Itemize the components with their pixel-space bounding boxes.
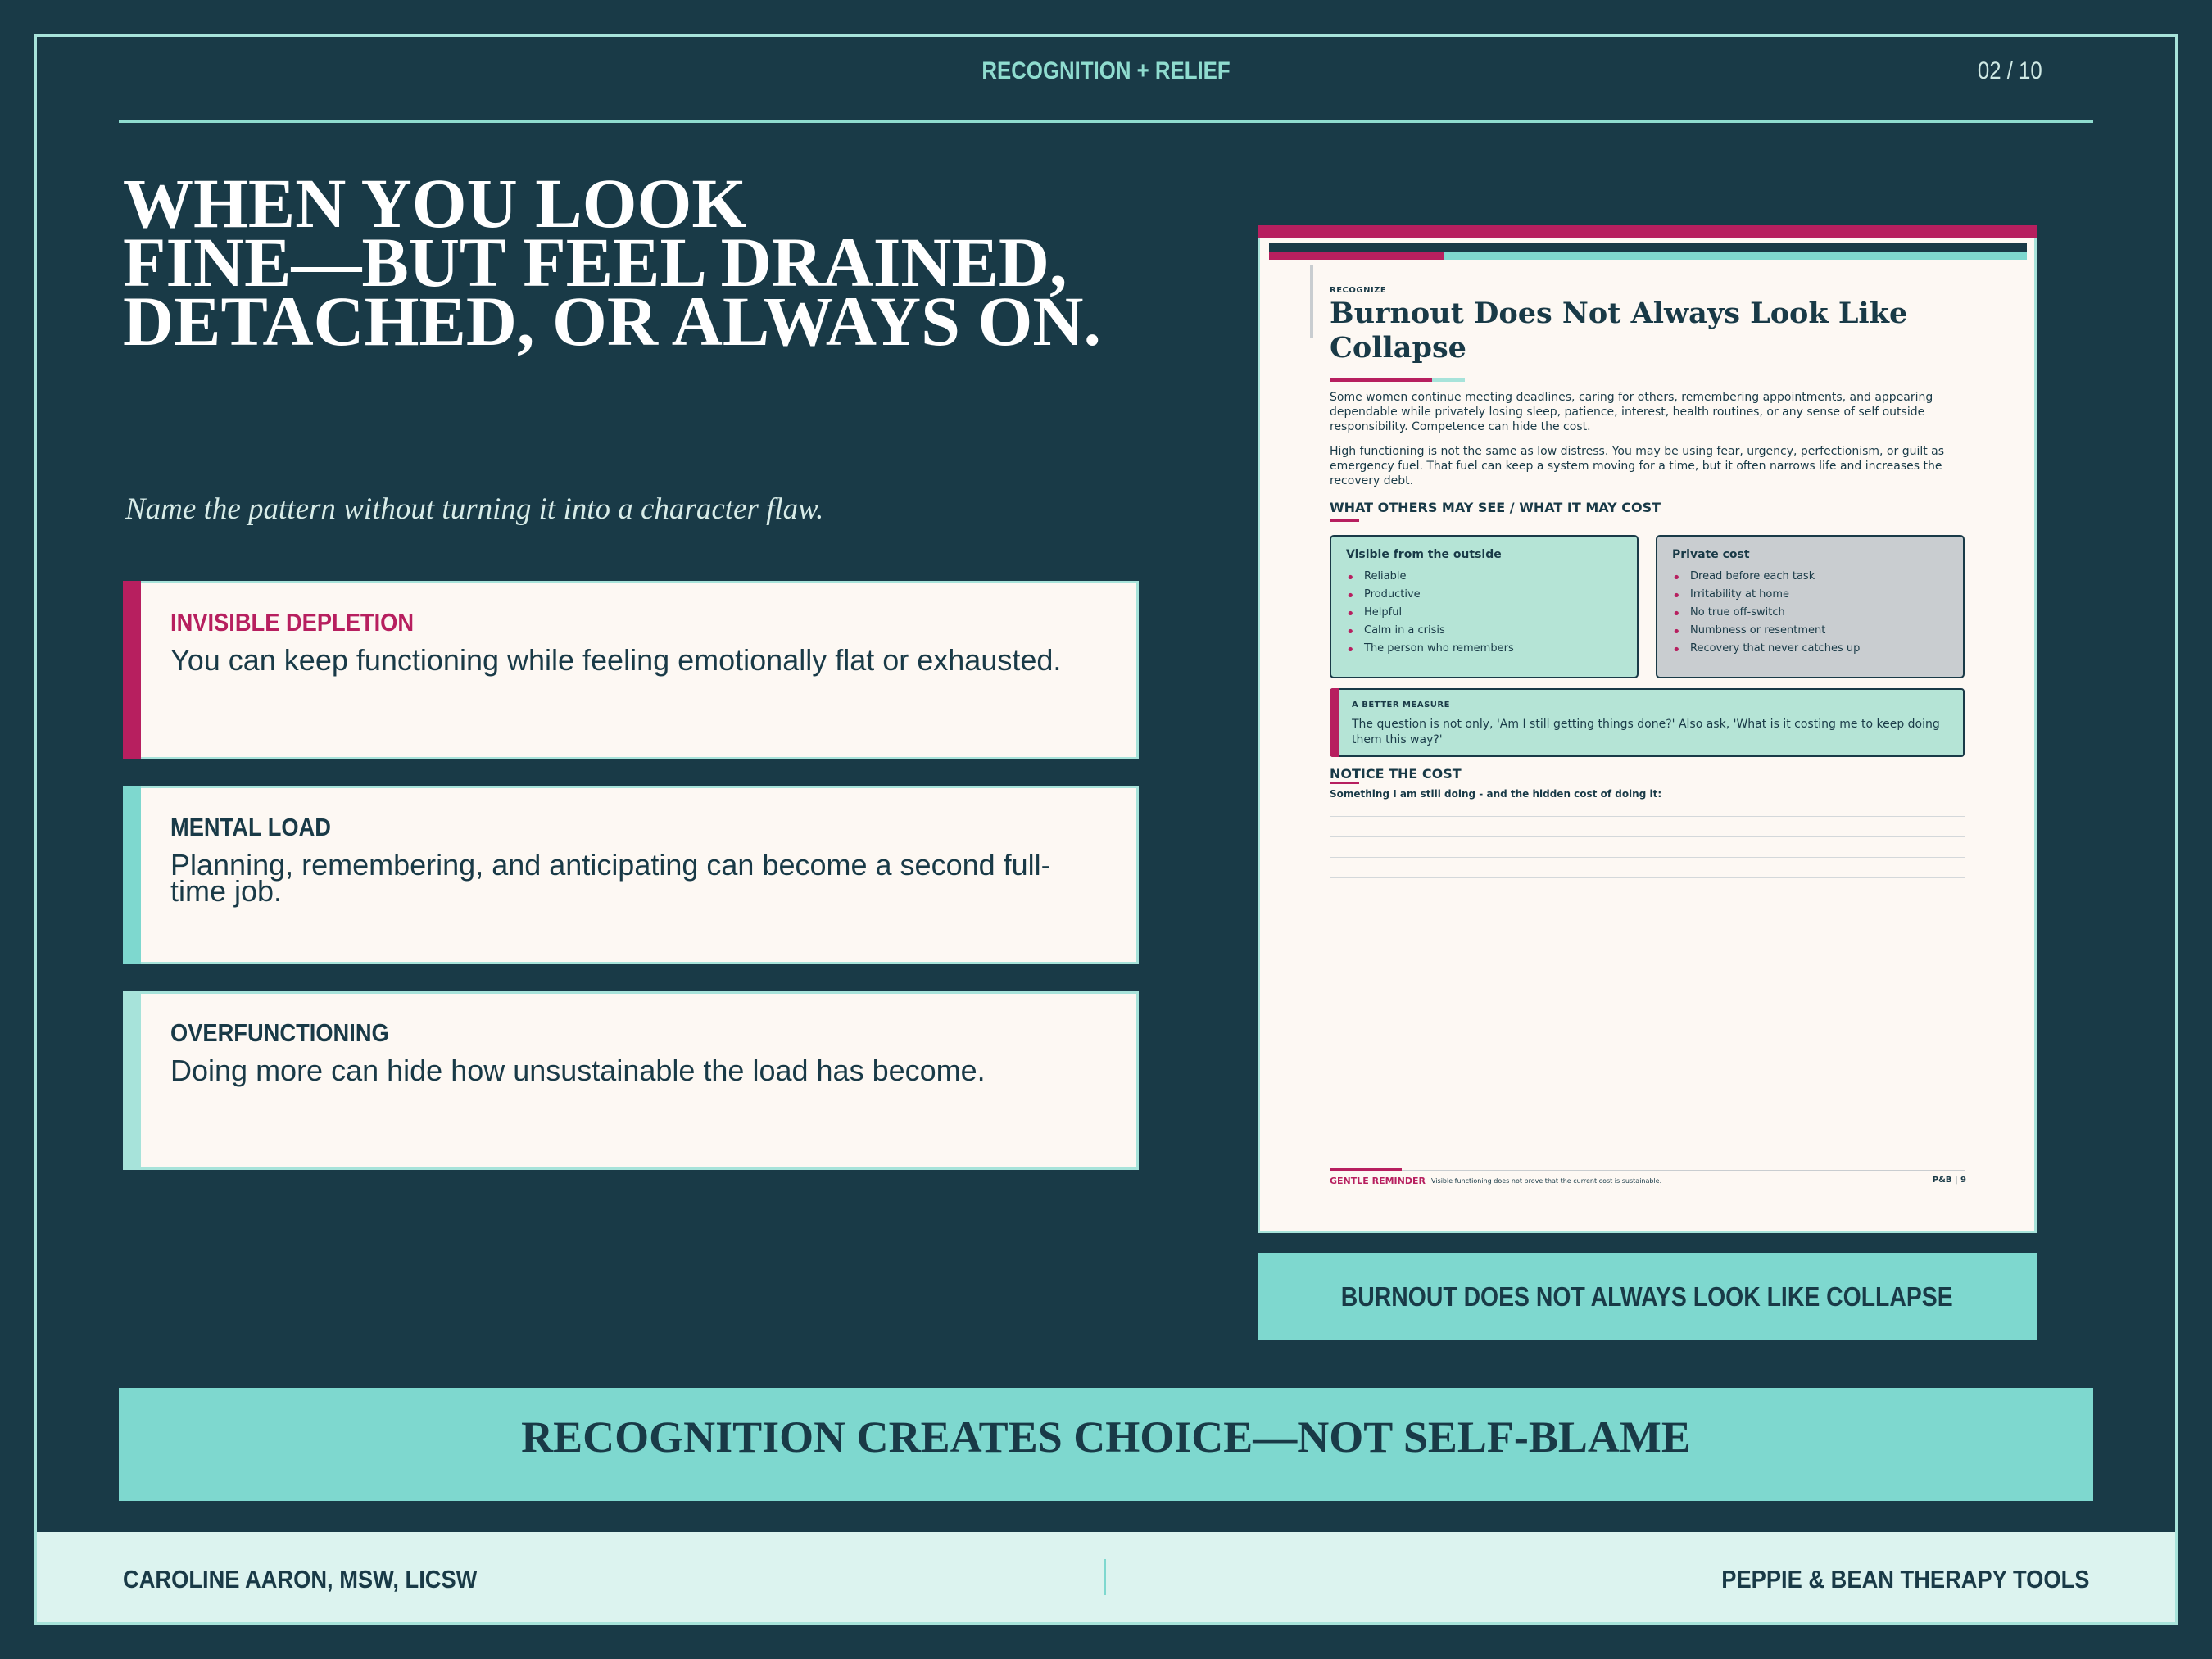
list-item: Dread before each task bbox=[1672, 568, 1948, 587]
card-accent-bar bbox=[123, 581, 141, 759]
doc-top-bar bbox=[1258, 225, 2037, 238]
section-title: RECOGNITION + RELIEF bbox=[981, 57, 1231, 84]
list-item: Irritability at home bbox=[1672, 586, 1948, 605]
card-body: You can keep functioning while feeling e… bbox=[170, 643, 1062, 677]
list-item: The person who remembers bbox=[1346, 640, 1622, 660]
doc-paragraph-1: Some women continue meeting deadlines, c… bbox=[1330, 391, 1933, 433]
writing-line bbox=[1330, 816, 1965, 817]
doc-heading-underline bbox=[1330, 519, 1359, 522]
list-item: Helpful bbox=[1346, 604, 1622, 623]
notice-prompt: Something I am still doing - and the hid… bbox=[1330, 788, 1662, 800]
brand-credit: PEPPIE & BEAN THERAPY TOOLS bbox=[1720, 1565, 2089, 1593]
doc-section-heading: WHAT OTHERS MAY SEE / WHAT IT MAY COST bbox=[1330, 500, 1661, 515]
writing-line bbox=[1330, 877, 1965, 878]
preview-caption: BURNOUT DOES NOT ALWAYS LOOK LIKE COLLAP… bbox=[1258, 1253, 2037, 1340]
list-item: Reliable bbox=[1346, 568, 1622, 587]
callout-accent-bar bbox=[1330, 688, 1339, 757]
doc-side-rule bbox=[1310, 265, 1313, 338]
notice-underline bbox=[1330, 782, 1359, 784]
list-item: Calm in a crisis bbox=[1346, 622, 1622, 641]
private-cost-box: Private cost Dread before each task Irri… bbox=[1656, 535, 1965, 678]
card-title: INVISIBLE DEPLETION bbox=[170, 608, 415, 637]
slide-subtitle: Name the pattern without turning it into… bbox=[125, 492, 824, 526]
list-item: No true off-switch bbox=[1672, 604, 1948, 623]
doc-footer-rule bbox=[1330, 1170, 1965, 1171]
card-mental-load: MENTAL LOAD Planning, remembering, and a… bbox=[123, 786, 1139, 964]
writing-line bbox=[1330, 857, 1965, 858]
notice-heading: NOTICE THE COST bbox=[1330, 766, 1462, 782]
takeaway-banner: RECOGNITION CREATES CHOICE—NOT SELF-BLAM… bbox=[119, 1388, 2093, 1501]
footer-divider bbox=[1104, 1559, 1106, 1595]
card-body: Planning, remembering, and anticipating … bbox=[170, 848, 1051, 908]
header-divider bbox=[119, 120, 2093, 123]
box-title: Visible from the outside bbox=[1346, 548, 1502, 561]
headline-line-3: DETACHED, OR ALWAYS ON. bbox=[123, 282, 1101, 360]
page-number: 02 / 10 bbox=[1978, 57, 2042, 84]
doc-header-bar bbox=[1269, 243, 2027, 260]
card-overfunctioning: OVERFUNCTIONING Doing more can hide how … bbox=[123, 991, 1139, 1170]
card-title: MENTAL LOAD bbox=[170, 813, 332, 841]
list-item: Productive bbox=[1346, 586, 1622, 605]
list-item: Numbness or resentment bbox=[1672, 622, 1948, 641]
doc-footer-mark bbox=[1330, 1168, 1402, 1171]
doc-title-rule bbox=[1330, 378, 1465, 382]
box-title: Private cost bbox=[1672, 548, 1750, 561]
visible-outside-box: Visible from the outside Reliable Produc… bbox=[1330, 535, 1639, 678]
card-title: OVERFUNCTIONING bbox=[170, 1018, 389, 1047]
writing-line bbox=[1330, 836, 1965, 837]
list-item: Recovery that never catches up bbox=[1672, 640, 1948, 660]
card-invisible-depletion: INVISIBLE DEPLETION You can keep functio… bbox=[123, 581, 1139, 759]
doc-paragraph-2: High functioning is not the same as low … bbox=[1330, 445, 1945, 487]
doc-footer-page: P&B | 9 bbox=[1932, 1176, 1966, 1185]
callout-body: The question is not only, 'Am I still ge… bbox=[1352, 718, 1940, 746]
doc-footer-note: Visible functioning does not prove that … bbox=[1431, 1177, 1662, 1185]
doc-title: Burnout Does Not Always Look Like Collap… bbox=[1330, 297, 1908, 365]
card-accent-bar bbox=[123, 786, 141, 964]
caption-text: BURNOUT DOES NOT ALWAYS LOOK LIKE COLLAP… bbox=[1341, 1281, 1953, 1312]
slide-headline: WHEN YOU LOOK FINE—BUT FEEL DRAINED, DET… bbox=[123, 168, 1204, 360]
card-accent-bar bbox=[123, 991, 141, 1170]
better-measure-callout: A BETTER MEASURE The question is not onl… bbox=[1330, 688, 1965, 757]
worksheet-preview: RECOGNIZE Burnout Does Not Always Look L… bbox=[1258, 225, 2037, 1233]
card-body: Doing more can hide how unsustainable th… bbox=[170, 1054, 986, 1087]
doc-kicker: RECOGNIZE bbox=[1330, 286, 1387, 295]
callout-title: A BETTER MEASURE bbox=[1352, 700, 1450, 709]
slide-footer: CAROLINE AARON, MSW, LICSW PEPPIE & BEAN… bbox=[37, 1532, 2175, 1622]
doc-footer-label: GENTLE REMINDER bbox=[1330, 1176, 1426, 1186]
author-credit: CAROLINE AARON, MSW, LICSW bbox=[123, 1565, 478, 1593]
